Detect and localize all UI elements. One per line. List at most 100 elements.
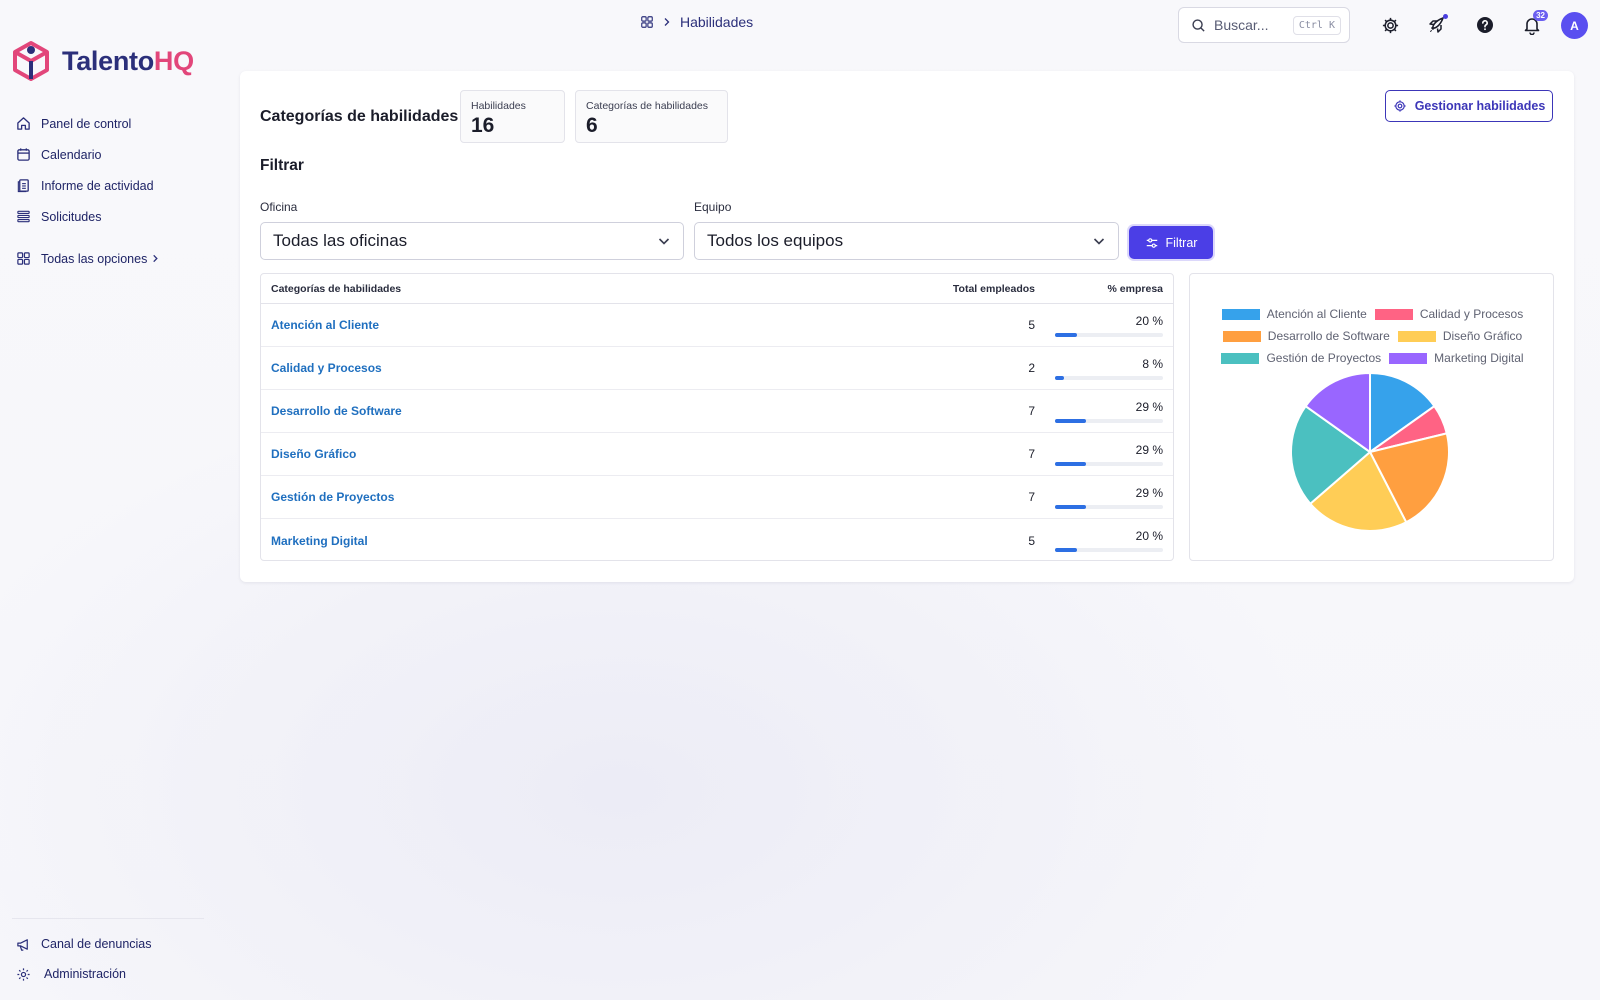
chart-legend: Atención al Cliente Calidad y Procesos Des… bbox=[1190, 303, 1555, 369]
sidebar-item-label: Todas las opciones bbox=[41, 251, 148, 266]
legend-item[interactable]: Gestión de Proyectos bbox=[1221, 351, 1381, 365]
legend-label: Gestión de Proyectos bbox=[1266, 351, 1382, 365]
stat-label: Habilidades bbox=[471, 100, 526, 112]
notification-dot bbox=[1443, 14, 1448, 19]
chevron-down-icon bbox=[658, 238, 670, 245]
stat-value: 6 bbox=[586, 114, 598, 137]
breadcrumb-current[interactable]: Habilidades bbox=[680, 14, 753, 30]
skill-category-link[interactable]: Atención al Cliente bbox=[261, 318, 861, 332]
skills-table: Categorías de habilidades Total empleado… bbox=[260, 273, 1174, 561]
column-header-percent[interactable]: % empresa bbox=[1035, 283, 1173, 295]
grid-icon[interactable] bbox=[640, 15, 654, 29]
brand-name: TalentoHQ bbox=[62, 46, 194, 77]
skill-category-link[interactable]: Calidad y Procesos bbox=[261, 361, 861, 375]
sidebar-bottom-nav: Canal de denuncias Administración bbox=[16, 929, 206, 989]
percent-bar-fill bbox=[1055, 332, 1077, 337]
legend-item[interactable]: Calidad y Procesos bbox=[1374, 307, 1523, 321]
percent-cell: 20 % bbox=[1035, 304, 1173, 347]
sidebar-item-all-options[interactable]: Todas las opciones bbox=[16, 243, 206, 274]
percent-value: 8 % bbox=[1142, 356, 1163, 371]
skills-pie-chart: Atención al Cliente Calidad y Procesos Des… bbox=[1189, 273, 1554, 561]
sidebar-item-label: Calendario bbox=[41, 147, 102, 162]
sidebar-item-calendar[interactable]: Calendario bbox=[16, 139, 206, 170]
legend-swatch bbox=[1221, 352, 1260, 364]
legend-label: Diseño Gráfico bbox=[1442, 329, 1523, 343]
legend-swatch bbox=[1222, 330, 1261, 342]
table-header: Categorías de habilidades Total empleado… bbox=[261, 274, 1173, 304]
percent-bar-track bbox=[1055, 375, 1163, 380]
search-input[interactable]: Buscar... Ctrl K bbox=[1178, 7, 1350, 43]
legend-swatch bbox=[1374, 308, 1413, 320]
user-avatar[interactable]: A bbox=[1561, 12, 1588, 39]
legend-swatch bbox=[1389, 352, 1428, 364]
percent-bar-track bbox=[1055, 418, 1163, 423]
team-select-value: Todos los equipos bbox=[707, 231, 844, 250]
cube-logo-icon bbox=[13, 41, 49, 81]
percent-bar-track bbox=[1055, 461, 1163, 466]
chevron-right-icon bbox=[664, 18, 670, 26]
legend-item[interactable]: Atención al Cliente bbox=[1221, 307, 1367, 321]
breadcrumb: Habilidades bbox=[640, 14, 753, 30]
filter-title: Filtrar bbox=[260, 157, 304, 174]
skill-category-link[interactable]: Gestión de Proyectos bbox=[261, 490, 861, 504]
sidebar-item-label: Panel de control bbox=[41, 116, 132, 131]
skill-category-link[interactable]: Desarrollo de Software bbox=[261, 404, 861, 418]
app-logo[interactable]: TalentoHQ bbox=[12, 40, 194, 82]
percent-bar-fill bbox=[1055, 375, 1064, 380]
table-row: Gestión de Proyectos 7 29 % bbox=[261, 476, 1173, 519]
legend-label: Desarrollo de Software bbox=[1267, 329, 1390, 343]
table-row: Calidad y Procesos 2 8 % bbox=[261, 347, 1173, 390]
team-select[interactable]: Todos los equipos bbox=[694, 222, 1119, 260]
settings-button[interactable] bbox=[1378, 13, 1402, 37]
team-label: Equipo bbox=[694, 200, 732, 214]
help-button[interactable] bbox=[1473, 13, 1497, 37]
percent-bar-track bbox=[1055, 548, 1163, 552]
percent-bar-fill bbox=[1055, 504, 1087, 509]
sidebar-item-whistleblower[interactable]: Canal de denuncias bbox=[16, 929, 206, 959]
onboarding-button[interactable] bbox=[1425, 13, 1449, 37]
stat-skill-categories: Categorías de habilidades 6 bbox=[575, 90, 728, 143]
sidebar-nav: Panel de control Calendario Informe de a… bbox=[16, 108, 206, 274]
manage-skills-button[interactable]: Gestionar habilidades bbox=[1385, 90, 1553, 122]
percent-bar-track bbox=[1055, 332, 1163, 337]
legend-item[interactable]: Marketing Digital bbox=[1389, 351, 1524, 365]
table-row: Atención al Cliente 5 20 % bbox=[261, 304, 1173, 347]
filter-button-label: Filtrar bbox=[1165, 235, 1198, 250]
filter-button[interactable]: Filtrar bbox=[1129, 226, 1213, 259]
megaphone-icon bbox=[17, 938, 28, 951]
legend-row: Gestión de Proyectos Marketing Digital bbox=[1190, 347, 1555, 369]
sidebar-item-label: Solicitudes bbox=[41, 209, 102, 224]
chevron-down-icon bbox=[1093, 238, 1105, 245]
legend-item[interactable]: Diseño Gráfico bbox=[1397, 329, 1523, 343]
page-title: Categorías de habilidades bbox=[260, 108, 459, 125]
percent-bar-fill bbox=[1055, 418, 1087, 423]
brand-accent: HQ bbox=[153, 45, 194, 76]
legend-swatch bbox=[1397, 330, 1436, 342]
sidebar-item-administration[interactable]: Administración bbox=[16, 959, 206, 989]
skill-category-link[interactable]: Diseño Gráfico bbox=[261, 447, 861, 461]
skill-category-link[interactable]: Marketing Digital bbox=[261, 534, 861, 548]
percent-cell: 8 % bbox=[1035, 347, 1173, 390]
chevron-right-icon bbox=[153, 254, 159, 263]
total-employees-cell: 7 bbox=[1028, 447, 1035, 461]
gear-icon bbox=[1382, 17, 1398, 33]
percent-value: 20 % bbox=[1135, 313, 1163, 328]
manage-skills-label: Gestionar habilidades bbox=[1414, 99, 1546, 113]
sidebar-item-label: Informe de actividad bbox=[41, 178, 154, 193]
column-header-category[interactable]: Categorías de habilidades bbox=[261, 283, 861, 295]
sidebar-item-requests[interactable]: Solicitudes bbox=[16, 201, 206, 232]
office-select[interactable]: Todas las oficinas bbox=[260, 222, 684, 260]
table-row: Desarrollo de Software 7 29 % bbox=[261, 390, 1173, 433]
skills-card: Categorías de habilidades Habilidades 16… bbox=[240, 71, 1574, 582]
percent-cell: 29 % bbox=[1035, 476, 1173, 519]
percent-bar-track bbox=[1055, 504, 1163, 509]
notifications-button[interactable]: 32 bbox=[1520, 10, 1548, 37]
sidebar-item-dashboard[interactable]: Panel de control bbox=[16, 108, 206, 139]
search-shortcut: Ctrl K bbox=[1292, 15, 1341, 35]
legend-item[interactable]: Desarrollo de Software bbox=[1222, 329, 1390, 343]
column-header-total[interactable]: Total empleados bbox=[861, 283, 1035, 295]
legend-label: Atención al Cliente bbox=[1266, 307, 1367, 321]
help-icon bbox=[1477, 17, 1493, 33]
sidebar-item-activity-report[interactable]: Informe de actividad bbox=[16, 170, 206, 201]
search-placeholder: Buscar... bbox=[1214, 17, 1269, 33]
